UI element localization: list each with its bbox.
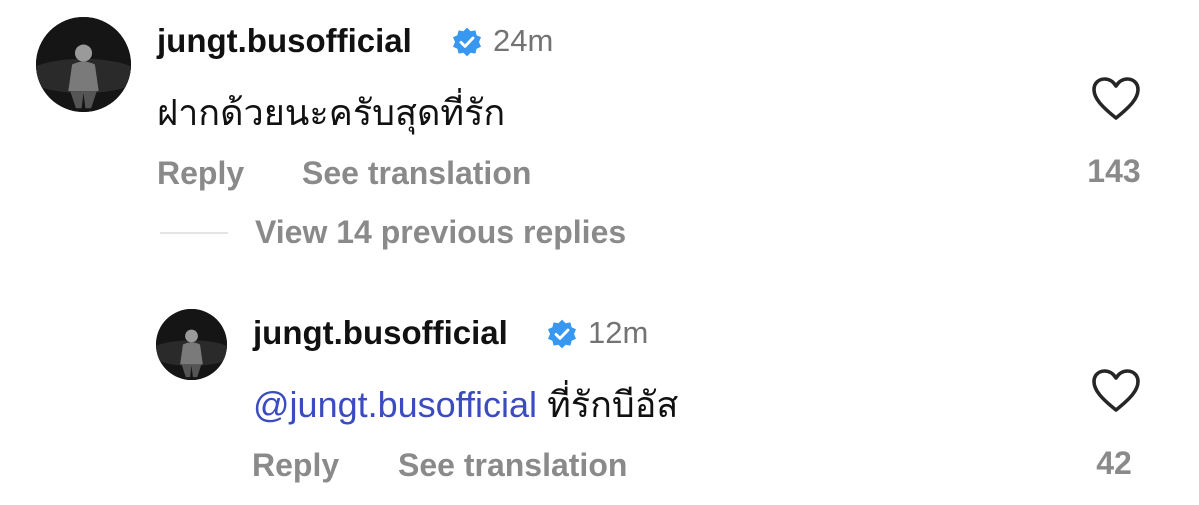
mention-link[interactable]: @jungt.busofficial bbox=[253, 384, 537, 425]
heart-outline-icon[interactable] bbox=[1091, 76, 1141, 122]
reply-timestamp: 12m bbox=[588, 315, 649, 350]
reply-button[interactable]: Reply bbox=[157, 155, 244, 192]
comment-timestamp: 24m bbox=[493, 23, 554, 58]
see-translation-button[interactable]: See translation bbox=[302, 155, 531, 192]
reply-button[interactable]: Reply bbox=[252, 447, 339, 484]
like-count: 42 bbox=[1096, 445, 1132, 481]
heart-outline-icon[interactable] bbox=[1091, 368, 1141, 414]
reply-text-container: @jungt.busofficial ที่รักบีอัส bbox=[253, 376, 678, 433]
comment-username[interactable]: jungt.busofficial bbox=[157, 22, 412, 60]
verified-badge-icon bbox=[453, 27, 481, 57]
view-previous-replies-button[interactable]: View 14 previous replies bbox=[255, 214, 626, 251]
reply-username[interactable]: jungt.busofficial bbox=[253, 314, 508, 352]
comment-text: ฝากด้วยนะครับสุดที่รัก bbox=[157, 92, 506, 133]
see-translation-button[interactable]: See translation bbox=[398, 447, 627, 484]
avatar-photo bbox=[156, 309, 227, 380]
thread-line bbox=[160, 232, 228, 234]
like-count: 143 bbox=[1087, 153, 1141, 189]
avatar[interactable] bbox=[36, 17, 131, 112]
avatar[interactable] bbox=[156, 309, 227, 380]
verified-badge-icon bbox=[548, 319, 576, 349]
avatar-photo bbox=[36, 17, 131, 112]
reply-text: ที่รักบีอัส bbox=[547, 384, 679, 425]
